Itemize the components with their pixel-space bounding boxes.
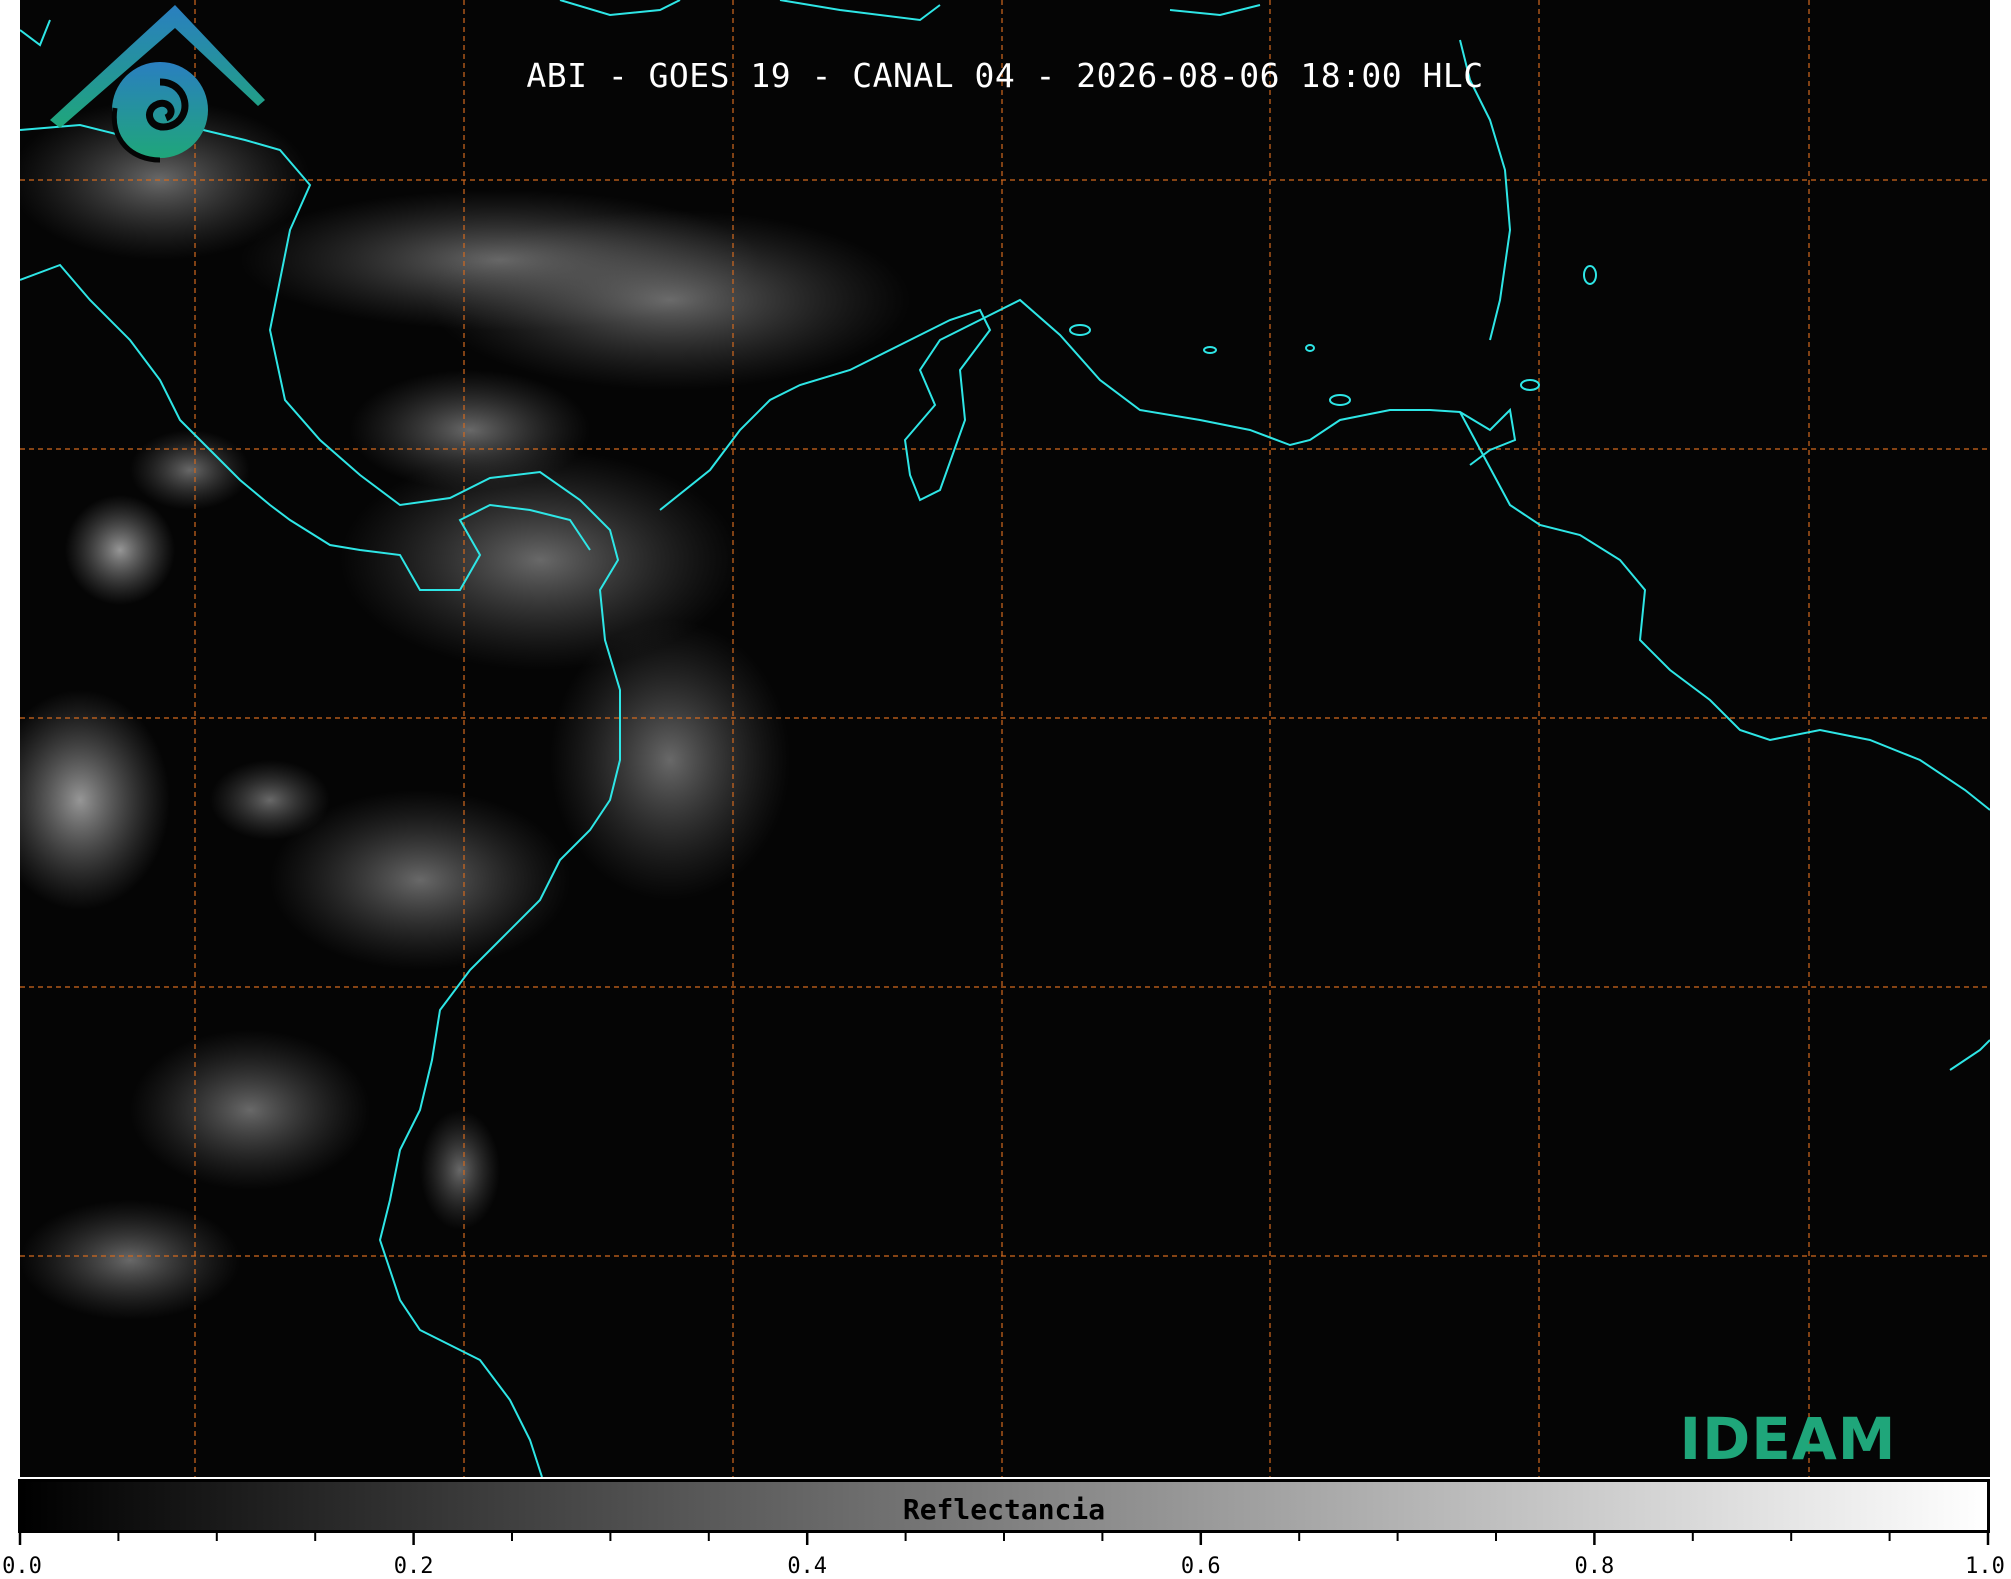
cloud-cover (20, 100, 910, 1320)
colorbar-tick-label: 0.2 (393, 1554, 434, 1579)
map-title: ABI - GOES 19 - CANAL 04 - 2026-08-06 18… (526, 56, 1484, 95)
colorbar-label: Reflectancia (902, 1493, 1106, 1526)
colorbar-tick-label: 0.0 (2, 1554, 42, 1579)
colorbar-tick-label: 0.6 (1180, 1554, 1221, 1579)
logo-text: IDEAM (1679, 1405, 1897, 1473)
colorbar-ticks (18, 1533, 1990, 1545)
colorbar-tick-label: 1.0 (1965, 1554, 2005, 1579)
satellite-map[interactable]: ABI - GOES 19 - CANAL 04 - 2026-08-06 18… (20, 0, 1990, 1477)
ideam-logo-icon (50, 5, 265, 163)
colorbar: Reflectancia (18, 1479, 1990, 1533)
colorbar-tick-label: 0.4 (787, 1554, 828, 1579)
colorbar-tick-label: 0.8 (1574, 1554, 1615, 1579)
map-canvas (20, 0, 1990, 1477)
